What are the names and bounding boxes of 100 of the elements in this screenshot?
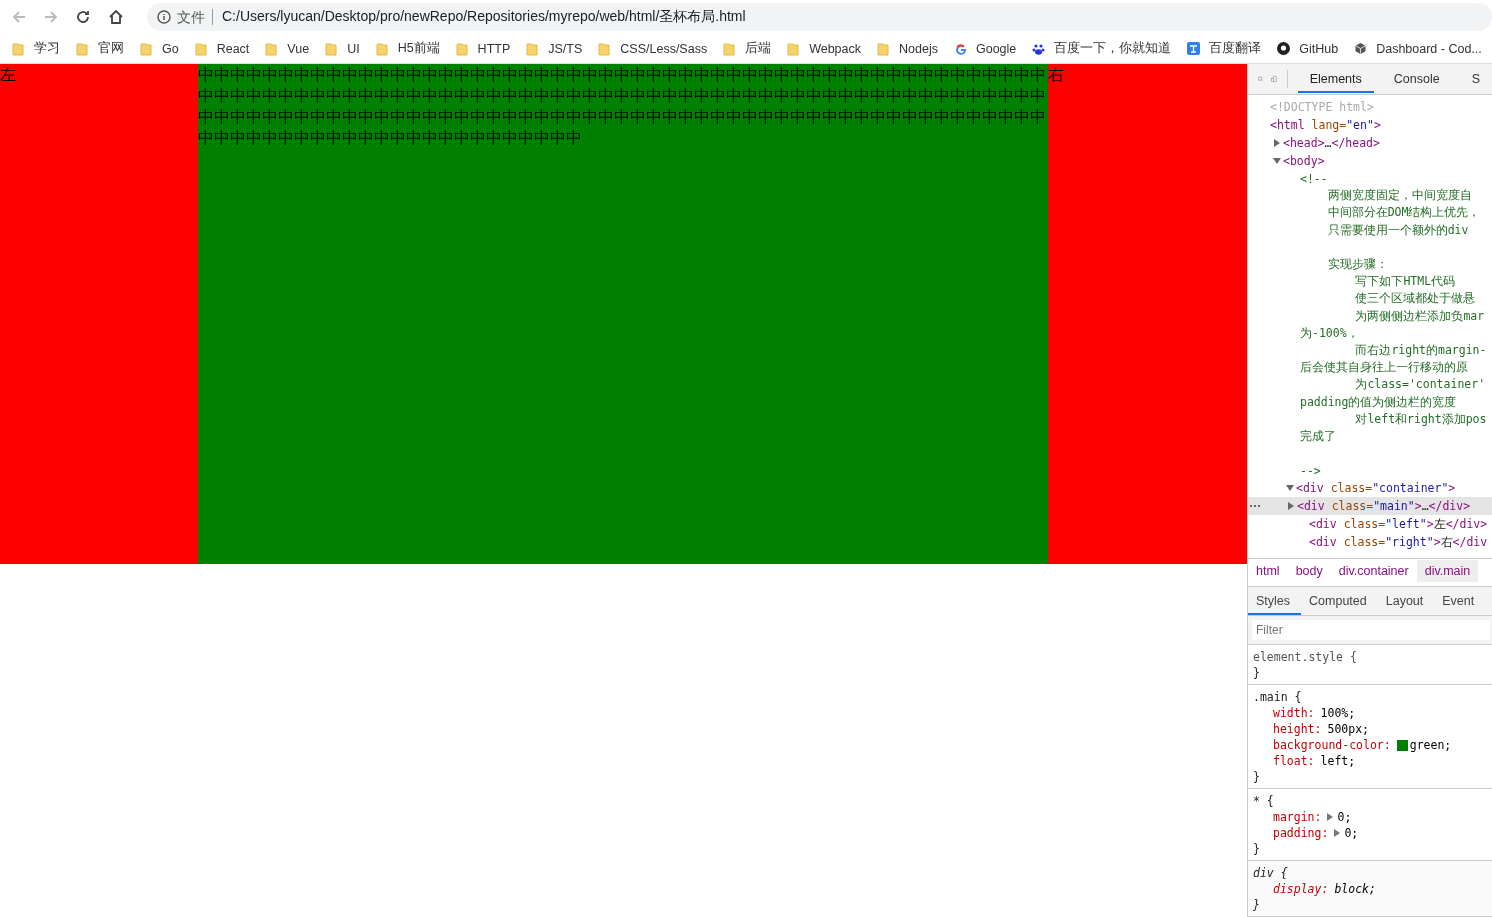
css-selector: * { xyxy=(1253,793,1275,809)
bookmark[interactable]: Nodejs xyxy=(877,41,938,56)
bookmark[interactable]: UI xyxy=(325,41,360,56)
bookmark[interactable]: 百度翻译 xyxy=(1187,40,1262,58)
css-value: 0; xyxy=(1344,825,1359,841)
css-value: block; xyxy=(1334,881,1376,897)
left-column: 左 xyxy=(0,64,198,564)
breadcrumb[interactable]: div.main xyxy=(1416,560,1479,582)
bookmark[interactable]: 学习 xyxy=(12,40,60,58)
element-node[interactable]: <html lang="en"> xyxy=(1270,118,1381,132)
comment-line: 为-100%， xyxy=(1300,325,1359,341)
breadcrumb[interactable]: body xyxy=(1287,560,1331,582)
bookmark[interactable]: Google xyxy=(953,41,1017,56)
translate-icon xyxy=(1187,41,1201,56)
comment-line: 对left和right添加pos xyxy=(1354,411,1487,427)
devtools-tab[interactable]: Elements xyxy=(1297,65,1374,93)
closing-brace: } xyxy=(1253,841,1261,857)
styles-tab[interactable]: Layout xyxy=(1377,594,1435,615)
css-value: 100%; xyxy=(1320,705,1356,721)
more-icon[interactable] xyxy=(1250,505,1260,508)
expanded-arrow-icon[interactable] xyxy=(1286,484,1294,493)
file-label: 文件 xyxy=(177,9,213,26)
closing-brace: } xyxy=(1253,665,1261,681)
css-property: display: xyxy=(1273,881,1329,897)
devtools-tab[interactable]: S xyxy=(1459,65,1492,93)
folder-icon xyxy=(194,41,208,56)
comment-line: 完成了 xyxy=(1300,428,1336,444)
comment-line: 为class='container' xyxy=(1354,377,1486,393)
color-swatch[interactable] xyxy=(1396,739,1408,751)
expand-arrow-icon[interactable] xyxy=(1327,813,1334,821)
folder-icon xyxy=(526,41,540,56)
styles-tab[interactable]: Event xyxy=(1434,594,1486,615)
bookmark[interactable]: HTTP xyxy=(455,41,511,56)
css-property: margin: xyxy=(1273,809,1322,825)
css-property: height: xyxy=(1273,721,1322,737)
comment-line: padding的值为侧边栏的宽度 xyxy=(1300,394,1457,410)
doctype-line: <!DOCTYPE html> xyxy=(1270,100,1374,114)
folder-icon xyxy=(455,41,469,56)
css-property: width: xyxy=(1273,705,1315,721)
css-selector: .main { xyxy=(1253,689,1303,705)
bookmark[interactable]: 官网 xyxy=(76,40,124,58)
bookmark[interactable]: Go xyxy=(140,41,179,56)
bookmark[interactable]: React xyxy=(194,41,250,56)
bookmark[interactable]: GitHub xyxy=(1277,41,1339,56)
element-node[interactable]: <head>…</head> xyxy=(1283,136,1380,150)
comment-line: 两侧宽度固定，中间宽度自 xyxy=(1326,188,1472,204)
css-property: float: xyxy=(1273,753,1315,769)
collapsed-arrow-icon[interactable] xyxy=(1287,502,1295,511)
folder-icon xyxy=(12,41,25,56)
comment-line: 写下如下HTML代码 xyxy=(1354,274,1456,290)
folder-icon xyxy=(723,41,737,56)
css-value: green; xyxy=(1409,737,1452,753)
breadcrumb[interactable]: div.container xyxy=(1330,560,1417,582)
css-value: 0; xyxy=(1337,809,1352,825)
comment-line: --> xyxy=(1300,463,1321,478)
styles-tab[interactable]: Computed xyxy=(1301,594,1378,615)
g-logo-icon xyxy=(953,41,967,56)
css-property: background-color: xyxy=(1273,737,1391,753)
filter-field[interactable]: Filter xyxy=(1252,620,1490,640)
css-property: padding: xyxy=(1273,825,1329,841)
bookmark[interactable]: 后端 xyxy=(723,40,772,58)
folder-icon xyxy=(325,41,339,56)
bookmark[interactable]: CSS/Less/Sass xyxy=(598,41,708,56)
bookmark[interactable]: 百度一下，你就知道 xyxy=(1032,40,1172,58)
comment-line: 而右边right的margin- xyxy=(1354,342,1487,358)
collapsed-arrow-icon[interactable] xyxy=(1273,139,1281,147)
bookmark[interactable]: Dashboard - Cod... xyxy=(1354,41,1482,56)
element-node[interactable]: <div class="right">右</div xyxy=(1309,534,1488,550)
right-column: 右 xyxy=(1048,64,1247,564)
reload-icon[interactable] xyxy=(75,9,91,26)
folder-icon xyxy=(375,41,389,56)
expand-arrow-icon[interactable] xyxy=(1334,829,1341,837)
comment-line: 使三个区域都处于做悬 xyxy=(1354,291,1476,307)
folder-icon xyxy=(265,41,279,56)
closing-brace: } xyxy=(1253,769,1261,785)
cube-icon xyxy=(1354,41,1368,56)
folder-icon xyxy=(76,41,89,56)
home-icon[interactable] xyxy=(107,8,125,27)
element-node[interactable]: <body> xyxy=(1283,154,1325,168)
bookmark[interactable]: Vue xyxy=(265,41,310,56)
element-node[interactable]: <div class="left">左</div> xyxy=(1309,516,1488,532)
folder-icon xyxy=(787,41,801,56)
comment-line: 实现步骤： xyxy=(1326,257,1388,273)
css-value: left; xyxy=(1320,753,1356,769)
expanded-arrow-icon[interactable] xyxy=(1273,157,1281,165)
address-bar[interactable]: 文件 C:/Users/lyucan/Desktop/pro/newRepo/Repositories/myrepo/web/html/圣杯布局.html xyxy=(147,3,1492,32)
bookmark[interactable]: H5前端 xyxy=(375,40,440,58)
css-selector: element.style { xyxy=(1253,649,1358,665)
bookmark[interactable]: Webpack xyxy=(787,41,862,56)
folder-icon xyxy=(598,41,612,56)
devtools-tab[interactable]: Console xyxy=(1381,65,1452,93)
bookmark[interactable]: JS/TS xyxy=(526,41,583,56)
comment-line: 后会使其自身往上一行移动的原 xyxy=(1300,360,1468,376)
element-node[interactable]: <div class="container"> xyxy=(1296,481,1456,496)
comment-line: 只需要使用一个额外的div xyxy=(1326,222,1469,238)
closing-brace: } xyxy=(1253,897,1261,913)
comment-line: 中间部分在DOM结构上优先， xyxy=(1326,205,1481,221)
url-text: C:/Users/lyucan/Desktop/pro/newRepo/Repositories/myrepo/web/html/圣杯布局.html xyxy=(222,8,746,27)
breadcrumb[interactable]: html xyxy=(1248,560,1288,582)
info-icon xyxy=(157,10,171,25)
